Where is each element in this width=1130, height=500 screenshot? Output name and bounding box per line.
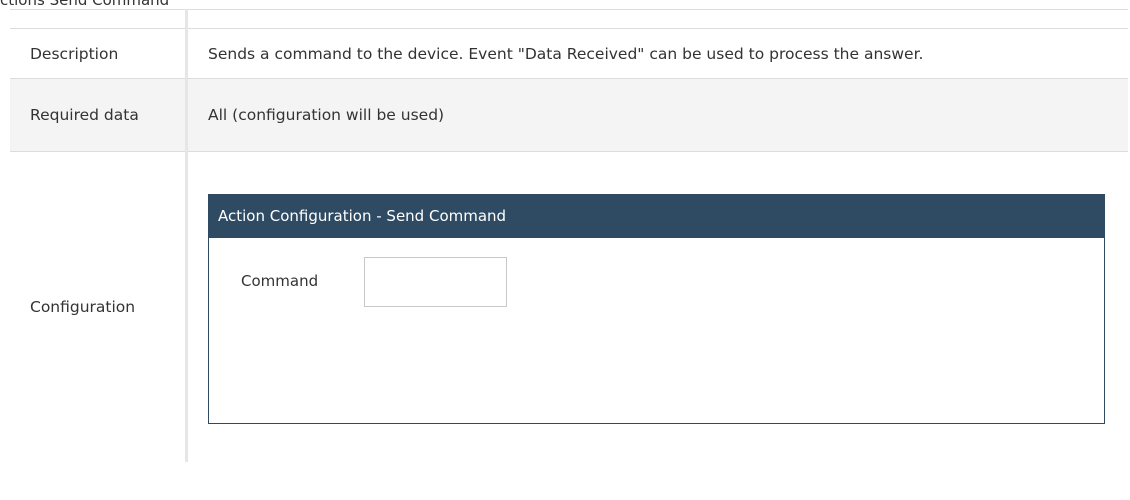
table-cell xyxy=(10,9,188,29)
panel-body: Command xyxy=(209,238,1104,423)
table-row-required-data: Required data All (configuration will be… xyxy=(10,78,1128,152)
properties-table: Description Sends a command to the devic… xyxy=(10,9,1128,462)
configuration-label: Configuration xyxy=(10,151,188,462)
description-label: Description xyxy=(10,28,188,79)
table-cell xyxy=(186,9,1128,29)
section-heading: ctions Send Command xyxy=(0,0,170,9)
table-row-configuration: Configuration Action Configuration - Sen… xyxy=(10,151,1128,462)
command-input[interactable] xyxy=(364,257,507,307)
command-label: Command xyxy=(241,272,319,290)
action-configuration-panel: Action Configuration - Send Command Comm… xyxy=(208,194,1105,424)
configuration-value: Action Configuration - Send Command Comm… xyxy=(186,151,1128,462)
table-row-description: Description Sends a command to the devic… xyxy=(10,28,1128,79)
table-row xyxy=(10,9,1128,29)
required-data-label: Required data xyxy=(10,78,188,152)
panel-title: Action Configuration - Send Command xyxy=(209,195,1104,238)
document-page: ctions Send Command Description Sends a … xyxy=(0,0,1130,500)
description-value: Sends a command to the device. Event "Da… xyxy=(186,28,1128,79)
required-data-value: All (configuration will be used) xyxy=(186,78,1128,152)
